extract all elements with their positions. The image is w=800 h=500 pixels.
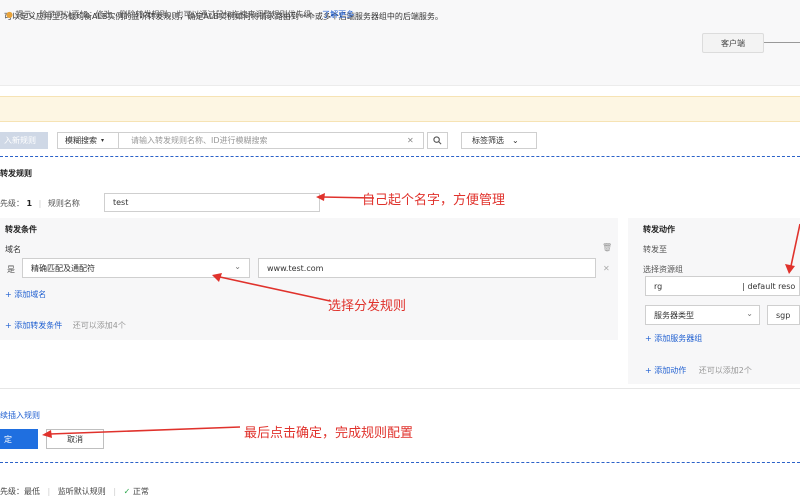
server-group-select[interactable]: sgp [767,305,800,325]
add-condition-row: + 添加转发条件 还可以添加4个 [5,320,126,331]
add-action-link[interactable]: + 添加动作 [645,366,686,375]
resource-group-value: rg [654,281,663,291]
chevron-down-icon: ⌄ [512,136,519,145]
rule-name-label: 规则名称 [47,199,80,208]
search-icon [433,136,442,145]
divider-line [0,388,800,389]
default-priority: 先级：最低 [0,487,40,496]
tag-filter-select[interactable]: 标签筛选 ⌄ [461,132,537,149]
search-button[interactable] [427,132,448,149]
search-input[interactable]: 请输入转发规则名称、ID进行模糊搜索 [119,132,424,149]
client-connector-line [764,42,800,43]
default-rule-row: 先级：最低 | 监听默认规则 | ✓ 正常 [0,486,149,497]
search-type-select[interactable]: 模糊搜索 ▾ [57,132,119,149]
edit-area-top-border [0,156,800,157]
divider: | [47,487,51,496]
annotation-name-hint: 自己起个名字，方便管理 [362,193,506,208]
priority-row: 先级： 1 | 规则名称 [0,198,80,209]
priority-value: 1 [26,199,33,208]
resource-group-select[interactable]: rg | default reso [645,276,800,296]
domain-label: 域名 [5,245,21,254]
select-group-label: 选择资源组 [643,265,683,274]
chevron-down-icon: ⌄ [746,309,753,318]
annotation-confirm-hint: 最后点击确定，完成规则配置 [244,426,414,441]
annotation-arrow-group [785,223,800,274]
search-type-label: 模糊搜索 [65,136,97,145]
condition-hint: 还可以添加4个 [72,321,126,330]
action-hint: 还可以添加2个 [698,366,752,375]
annotation-arrow-match [212,273,331,302]
server-type-value: 服务器类型 [654,310,694,320]
actions-title: 转发动作 [643,225,675,234]
confirm-button[interactable]: 定 [0,429,38,449]
add-condition-link[interactable]: + 添加转发条件 [5,321,62,330]
add-domain-link[interactable]: + 添加域名 [5,289,46,300]
clear-icon[interactable]: ✕ [407,136,414,145]
remove-domain-icon[interactable]: ✕ [603,264,610,273]
conditions-title: 转发条件 [5,225,37,234]
status-text: 正常 [132,487,149,496]
divider: | [38,199,42,208]
is-label: 是 [7,265,15,274]
divider: | [113,487,117,496]
insert-rule-link[interactable]: 续插入规则 [0,410,40,421]
notice-bar [0,96,800,122]
add-action-row: + 添加动作 还可以添加2个 [645,365,752,376]
notice-text: 提示：除了可以添加、修改、删除转发规则，也可以通过鼠标拖拽来调整规则优先级。 [15,10,320,19]
add-rule-button[interactable]: 入新规则 [0,132,48,149]
notice-content: ● 提示：除了可以添加、修改、删除转发规则，也可以通过鼠标拖拽来调整规则优先级。… [6,9,354,20]
annotation-arrow-confirm [42,426,241,438]
rule-form-title: 转发规则 [0,169,32,178]
caret-down-icon: ▾ [101,137,105,144]
forward-to-label: 转发至 [643,245,667,254]
edit-area-bottom-border [0,462,800,463]
learn-more-link[interactable]: 了解更多 [322,10,354,19]
default-rule-name: 监听默认规则 [57,487,106,496]
server-type-select[interactable]: 服务器类型 ⌄ [645,305,760,325]
tag-filter-label: 标签筛选 [472,136,504,145]
resource-group-extra: | default reso [742,281,796,291]
match-type-value: 精确匹配及通配符 [31,263,95,273]
rule-name-input[interactable]: test [104,193,320,212]
info-circle-icon: ● [6,10,13,19]
actions-panel [628,218,800,384]
priority-label: 先级： [0,199,24,208]
check-icon: ✓ [123,487,131,496]
client-node: 客户端 [702,33,764,53]
annotation-match-hint: 选择分发规则 [328,299,407,314]
add-server-group-link[interactable]: + 添加服务器组 [645,333,702,344]
trash-icon[interactable]: 🗑 [602,243,612,252]
chevron-down-icon: ⌄ [234,262,241,271]
